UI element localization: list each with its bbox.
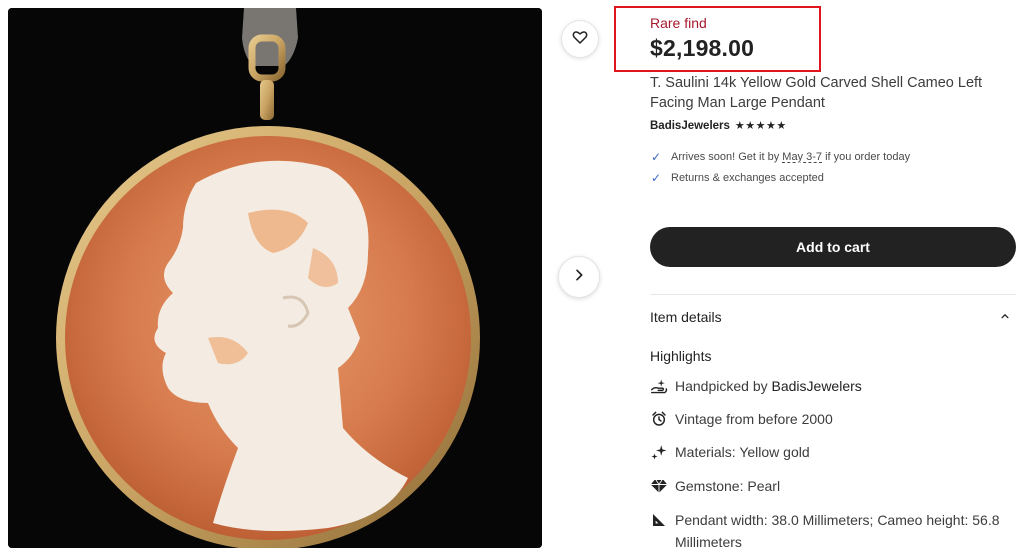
section-divider <box>650 294 1016 295</box>
materials-text: Materials: Yellow gold <box>675 444 810 460</box>
gemstone-text: Gemstone: Pearl <box>675 478 781 494</box>
highlight-materials: Materials: Yellow gold <box>650 441 1016 463</box>
chevron-right-icon <box>571 267 587 288</box>
highlight-dimensions: Pendant width: 38.0 Millimeters; Cameo h… <box>650 509 1016 553</box>
highlight-gemstone: Gemstone: Pearl <box>650 475 1016 497</box>
rating-stars[interactable]: ★★★★★ <box>735 119 787 132</box>
product-price: $2,198.00 <box>650 35 755 61</box>
check-icon: ✓ <box>651 171 662 185</box>
next-image-button[interactable] <box>558 256 600 298</box>
vintage-text: Vintage from before 2000 <box>675 411 833 427</box>
chevron-up-icon <box>1000 310 1016 324</box>
diamond-icon <box>650 475 668 497</box>
highlights-heading: Highlights <box>650 348 712 364</box>
arrival-perk: ✓ Arrives soon! Get it by May 3-7 if you… <box>651 150 910 164</box>
arrival-text: Arrives soon! Get it by May 3-7 if you o… <box>671 151 911 163</box>
alarm-clock-icon <box>650 408 668 430</box>
shop-name-link[interactable]: BadisJewelers <box>650 120 730 132</box>
add-to-cart-button[interactable]: Add to cart <box>650 227 1016 267</box>
rare-find-badge: Rare find <box>650 15 707 31</box>
check-icon: ✓ <box>651 150 662 164</box>
cameo-pendant-photo <box>8 8 542 548</box>
sparkle-icon <box>650 441 668 463</box>
product-image[interactable] <box>8 8 542 548</box>
ruler-triangle-icon <box>650 509 668 531</box>
returns-perk: ✓ Returns & exchanges accepted <box>651 171 824 185</box>
arrival-date[interactable]: May 3-7 <box>782 151 822 163</box>
highlight-vintage: Vintage from before 2000 <box>650 408 1016 430</box>
hand-sparkle-icon <box>650 375 668 397</box>
dimensions-text: Pendant width: 38.0 Millimeters; Cameo h… <box>675 512 1000 550</box>
shop-rating-row: BadisJewelers ★★★★★ <box>650 119 787 133</box>
handpicked-shop-link[interactable]: BadisJewelers <box>772 378 862 394</box>
item-details-toggle[interactable]: Item details <box>650 303 1016 331</box>
heart-icon <box>571 28 589 51</box>
favorite-button[interactable] <box>561 20 599 58</box>
returns-text: Returns & exchanges accepted <box>671 172 824 184</box>
item-details-title: Item details <box>650 309 722 325</box>
highlight-handpicked: Handpicked by BadisJewelers <box>650 375 1016 397</box>
product-title: T. Saulini 14k Yellow Gold Carved Shell … <box>650 75 983 111</box>
